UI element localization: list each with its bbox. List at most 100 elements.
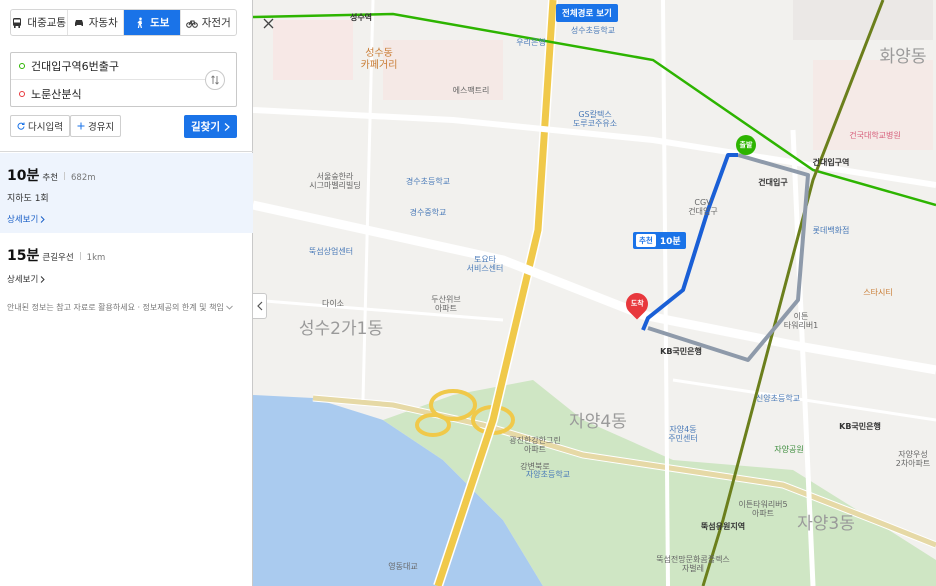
poi-label[interactable]: CGV 건대입구 [688,198,717,216]
tab-transit-label: 대중교통 [27,17,67,29]
map-base-layer [253,0,936,586]
search-route-label: 길찾기 [191,121,220,133]
result-tag: 추천 [42,173,59,183]
result-detail: 지하도 1회 [7,194,49,204]
add-waypoint-button[interactable]: 경유지 [70,115,122,137]
tab-car-label: 자동차 [88,17,118,29]
separator [79,252,81,260]
bus-icon [13,17,22,28]
poi-label[interactable]: 성수동 카페거리 [361,48,398,71]
station-label[interactable]: 뚝섬유원지역 [701,522,745,531]
plus-icon [77,122,85,130]
poi-label[interactable]: 경수초등학교 [406,177,450,186]
result-time: 15분 [7,248,40,264]
start-marker-label: 출발 [739,141,753,149]
district-label: 자양3동 [797,514,855,534]
directions-panel: 대중교통 자동차 도보 자전거 건대입구역6번출구 노룬산분식 다시입력 경유지… [0,0,253,586]
route-result-main-road[interactable]: 15분 큰길우선 1km 상세보기 [0,235,253,285]
reset-button[interactable]: 다시입력 [10,115,70,137]
panel-divider [0,151,253,152]
poi-label[interactable]: 강변북로 [520,462,549,471]
poi-label[interactable]: 자양공원 [774,445,803,454]
poi-label[interactable]: 롯데백화점 [813,226,850,235]
tab-walk-label: 도보 [150,17,170,29]
tab-car[interactable]: 자동차 [68,10,124,35]
poi-label[interactable]: 신양초등학교 [756,394,800,403]
poi-label[interactable]: 이튼 타워리버1 [784,312,819,330]
search-route-button[interactable]: 길찾기 [184,115,237,138]
poi-label[interactable]: 뚝섬전망문화콤플렉스 자벌레 [656,555,730,573]
result-time: 10분 [7,168,40,184]
details-link[interactable]: 상세보기 [7,213,253,225]
chevron-left-icon [256,301,262,311]
poi-label[interactable]: 자양4동 주민센터 [668,425,697,443]
station-label[interactable]: 건대입구역 [813,158,850,167]
destination-text: 노룬산분식 [31,87,82,101]
poi-label[interactable]: 광진한강한그린 아파트 [509,436,561,454]
poi-label[interactable]: 다이소 [322,299,344,308]
start-marker[interactable]: 출발 [736,135,756,155]
poi-label[interactable]: GS칼텍스 도루코주유소 [573,110,617,128]
poi-label[interactable]: 성수초등학교 [571,26,615,35]
details-link-label: 상세보기 [7,275,39,285]
poi-label[interactable]: 자양초등학교 [526,470,570,479]
poi-label[interactable]: 우리은행 [516,38,545,47]
route-time-badge[interactable]: 추천 10분 [633,232,686,249]
close-icon [263,18,273,28]
refresh-icon [17,122,25,130]
poi-label[interactable]: 두산위브 아파트 [431,295,460,313]
origin-dot-icon [19,63,25,69]
collapse-panel-button[interactable] [253,293,267,319]
bike-icon [185,20,198,28]
separator [64,172,66,180]
tab-transit[interactable]: 대중교통 [11,10,68,35]
district-label: 성수2가1동 [298,319,384,339]
poi-label[interactable]: 스타시티 [863,288,892,297]
result-tag: 큰길우선 [42,253,74,263]
route-badge-time: 10분 [659,237,681,247]
disclaimer-notice[interactable]: 안내된 정보는 참고 자료로 활용하세요 · 정보제공의 한계 및 책임 [7,302,233,313]
origin-text: 건대입구역6번출구 [31,60,119,73]
tab-bike[interactable]: 자전거 [181,10,237,35]
end-marker-label: 도착 [630,300,644,309]
chevron-right-icon [40,215,45,223]
tab-bike-label: 자전거 [201,17,231,29]
district-label: 자양4동 [569,412,627,432]
reset-label: 다시입력 [28,122,63,133]
route-badge-tag: 추천 [636,234,656,247]
minor-road [253,298,504,322]
poi-label[interactable]: 에스팩트리 [453,86,490,95]
route-result-recommended[interactable]: 10분 추천 682m 지하도 1회 상세보기 [0,153,253,233]
result-distance: 682m [71,173,96,183]
poi-label[interactable]: 뚝섬상업센터 [309,247,353,256]
close-button[interactable] [257,12,279,34]
chevron-down-icon [225,305,233,310]
station-label[interactable]: 성수역 [350,13,372,22]
destination-field[interactable]: 노룬산분식 [11,80,206,107]
poi-label[interactable]: 건국대학교병원 [849,131,901,140]
poi-label[interactable]: 영동대교 [388,562,417,571]
poi-label[interactable]: KB국민은행 [839,422,881,431]
poi-label[interactable]: 이튼타워리버5 아파트 [738,500,787,518]
poi-label[interactable]: 경수중학교 [410,208,447,217]
origin-field[interactable]: 건대입구역6번출구 [11,53,206,80]
station-label[interactable]: 건대입구 [758,178,787,187]
poi-label[interactable]: 토요타 서비스센터 [467,255,504,273]
tab-walk[interactable]: 도보 [124,10,181,35]
chevron-right-icon [224,122,230,131]
transport-mode-tabs: 대중교통 자동차 도보 자전거 [10,9,237,36]
map-canvas[interactable]: 전체경로 보기 추천 10분 출발 도착 성수2가1동 자양4동 화양동 자양3… [253,0,936,586]
poi-label[interactable]: 서울숲한라 시그마벨리빌딩 [309,172,361,190]
chevron-right-icon [40,275,45,283]
poi-label[interactable]: KB국민은행 [660,347,702,356]
details-link[interactable]: 상세보기 [7,273,253,285]
result-distance: 1km [86,253,106,263]
details-link-label: 상세보기 [7,215,39,225]
walk-icon [137,17,143,28]
swap-button[interactable] [205,70,225,90]
disclaimer-text: 안내된 정보는 참고 자료로 활용하세요 · 정보제공의 한계 및 책임 [7,303,224,312]
poi-label[interactable]: 자양우성 2차아파트 [896,450,931,468]
swap-arrows-icon [211,75,219,85]
route-input-box: 건대입구역6번출구 노룬산분식 [10,52,237,107]
full-route-button[interactable]: 전체경로 보기 [556,4,618,22]
